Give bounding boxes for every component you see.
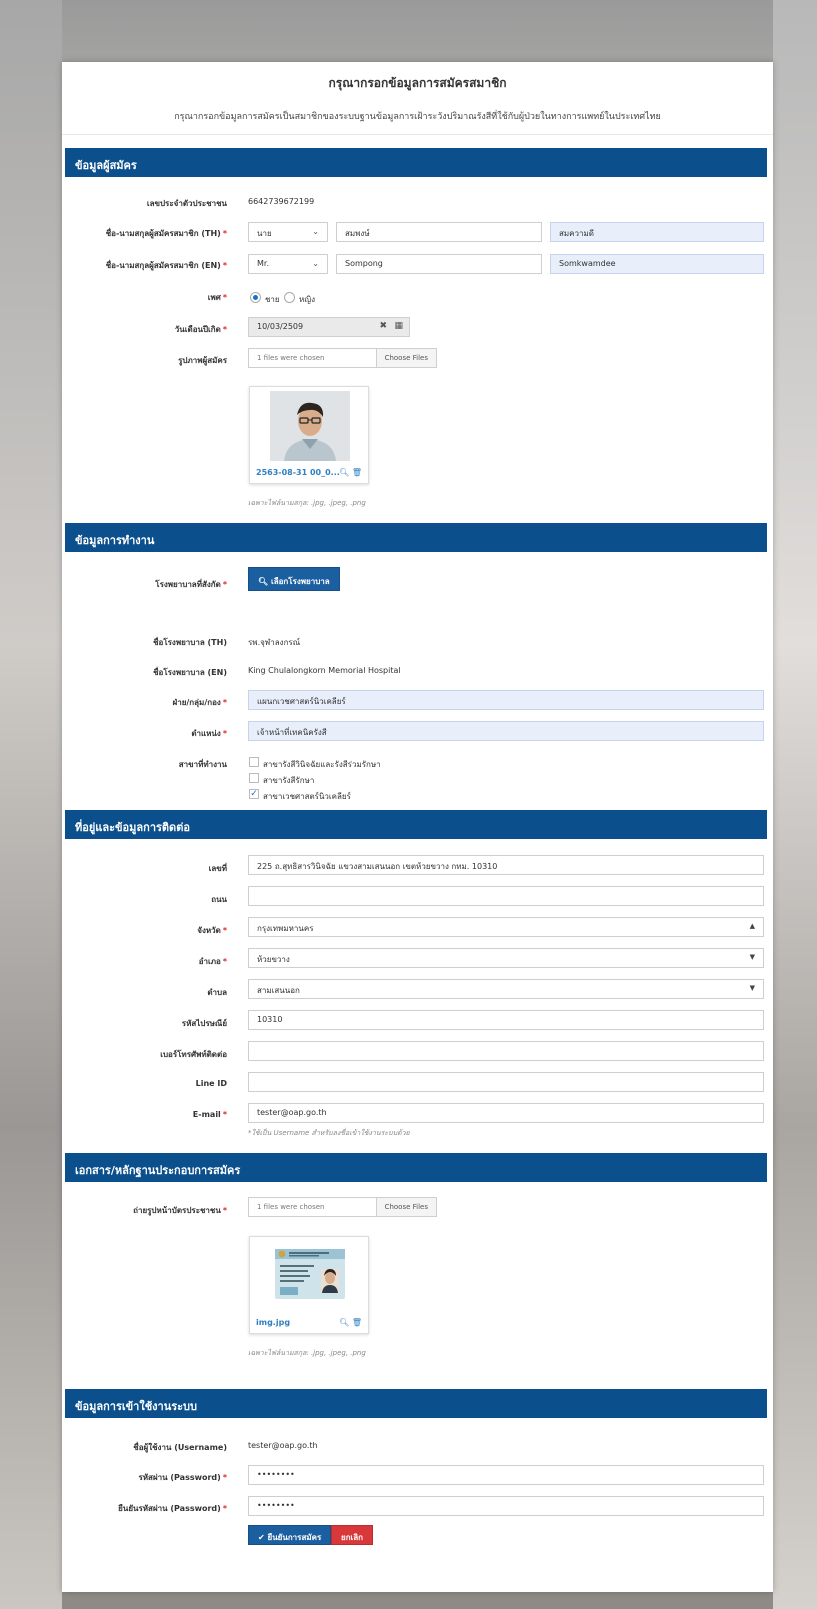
calendar-icon[interactable]: ▦ — [394, 321, 403, 331]
name-th-label: ชื่อ-นามสกุลผู้สมัครสมาชิก (TH) * — [105, 229, 227, 238]
name-en-label: ชื่อ-นามสกุลผู้สมัครสมาชิก (EN) * — [105, 261, 227, 270]
username-label: ชื่อผู้ใช้งาน (Username) — [133, 1443, 227, 1452]
idcard-filename: img.jpg — [256, 1318, 291, 1327]
postcode-input[interactable]: 10310 — [248, 1010, 764, 1030]
photo-label: รูปภาพผู้สมัคร — [178, 356, 227, 365]
check-icon: ✔ — [258, 1533, 265, 1542]
road-label: ถนน — [211, 895, 227, 904]
background-right — [773, 0, 817, 1609]
trash-icon[interactable]: 🗑︎ — [352, 1318, 362, 1327]
applicant-photo — [270, 391, 350, 461]
road-input[interactable] — [248, 886, 764, 906]
hospital-en-label: ชื่อโรงพยาบาล (EN) — [153, 668, 227, 677]
cancel-button[interactable]: ยกเลิก — [331, 1525, 374, 1545]
page-title: กรุณากรอกข้อมูลการสมัครสมาชิก — [328, 76, 507, 90]
first-name-en-input[interactable]: Sompong — [336, 254, 542, 274]
phone-label: เบอร์โทรศัพท์ติดต่อ — [160, 1050, 227, 1059]
email-label: E-mail * — [192, 1110, 227, 1119]
section-documents: เอกสาร/หลักฐานประกอบการสมัคร — [65, 1153, 767, 1182]
email-input[interactable]: tester@oap.go.th — [248, 1103, 764, 1123]
page-subtitle: กรุณากรอกข้อมูลการสมัครเป็นสมาชิกของระบบ… — [174, 112, 661, 122]
password-label: รหัสผ่าน (Password) * — [138, 1473, 227, 1482]
gender-female-label: หญิง — [299, 295, 315, 304]
idcard-thumbnail: img.jpg 🔍︎ 🗑︎ — [249, 1236, 369, 1334]
select-hospital-button[interactable]: 🔍︎ เลือกโรงพยาบาล — [248, 567, 340, 591]
section-address: ที่อยู่และข้อมูลการติดต่อ — [65, 810, 767, 839]
password-input[interactable]: •••••••• — [248, 1465, 764, 1485]
phone-input[interactable] — [248, 1041, 764, 1061]
caret-down-icon: ▼ — [749, 953, 755, 961]
hospital-th-value: รพ.จุฬาลงกรณ์ — [248, 638, 301, 647]
photo-hint: เฉพาะไฟล์นามสกุล: .jpg, .jpeg, .png — [248, 499, 366, 507]
confirm-password-label: ยืนยันรหัสผ่าน (Password) * — [118, 1504, 227, 1513]
chevron-down-icon: ⌄ — [312, 227, 319, 236]
caret-down-icon: ▼ — [749, 984, 755, 992]
dob-label: วันเดือนปีเกิด * — [174, 325, 227, 334]
background-left — [0, 0, 62, 1609]
idcard-image — [275, 1249, 345, 1299]
chevron-down-icon: ⌄ — [312, 259, 319, 268]
last-name-th-input[interactable]: สมความดี — [550, 222, 764, 242]
choose-files-button[interactable]: Choose Files — [375, 1197, 437, 1217]
gender-female-radio[interactable] — [284, 292, 295, 303]
photo-thumbnail: 2563-08-31 00_0... 🔍︎ 🗑︎ — [249, 386, 369, 484]
title-th-select[interactable]: นาย ⌄ — [248, 222, 328, 242]
registration-panel: กรุณากรอกข้อมูลการสมัครสมาชิก กรุณากรอกข… — [62, 62, 773, 1592]
gender-label: เพศ * — [207, 293, 227, 302]
section-account: ข้อมูลการเข้าใช้งานระบบ — [65, 1389, 767, 1418]
last-name-en-input[interactable]: Somkwamdee — [550, 254, 764, 274]
idcard-hint: เฉพาะไฟล์นามสกุล: .jpg, .jpeg, .png — [248, 1349, 366, 1357]
line-id-input[interactable] — [248, 1072, 764, 1092]
branch-checkbox-3[interactable]: ✓ — [249, 789, 259, 799]
photo-filename: 2563-08-31 00_0... — [256, 468, 340, 477]
branch-checkbox-2[interactable] — [249, 773, 259, 783]
id-label: เลขประจำตัวประชาชน — [146, 199, 227, 208]
zoom-icon[interactable]: 🔍︎ — [339, 1318, 349, 1327]
username-value: tester@oap.go.th — [248, 1441, 318, 1450]
section-work: ข้อมูลการทำงาน — [65, 523, 767, 552]
email-hint: *ใช้เป็น Username สำหรับลงชื่อเข้าใช้งาน… — [248, 1129, 410, 1137]
province-select[interactable]: กรุงเทพมหานคร ▲ — [248, 917, 764, 937]
divider — [62, 134, 773, 135]
search-icon: 🔍︎ — [258, 577, 269, 586]
photo-file-input[interactable]: 1 files were chosen Choose Files — [248, 348, 437, 368]
branch-label-2: สาขารังสีรักษา — [263, 776, 315, 785]
hospital-label: โรงพยาบาลที่สังกัด * — [155, 580, 227, 589]
confirm-password-input[interactable]: •••••••• — [248, 1496, 764, 1516]
district-label: อำเภอ * — [198, 957, 227, 966]
dept-input[interactable]: แผนกเวชศาสตร์นิวเคลียร์ — [248, 690, 764, 710]
idcard-file-input[interactable]: 1 files were chosen Choose Files — [248, 1197, 437, 1217]
dob-input[interactable]: 10/03/2509 ✖ ▦ — [248, 317, 410, 337]
line-id-label: Line ID — [195, 1079, 227, 1088]
position-input[interactable]: เจ้าหน้าที่เทคนิครังสี — [248, 721, 764, 741]
subdistrict-select[interactable]: สามเสนนอก ▼ — [248, 979, 764, 999]
branch-label: สาขาที่ทำงาน — [178, 760, 227, 769]
district-select[interactable]: ห้วยขวาง ▼ — [248, 948, 764, 968]
first-name-th-input[interactable]: สมพงษ์ — [336, 222, 542, 242]
section-applicant: ข้อมูลผู้สมัคร — [65, 148, 767, 177]
address-no-input[interactable]: 225 ถ.สุทธิสารวินิจฉัย แขวงสามเสนนอก เขต… — [248, 855, 764, 875]
trash-icon[interactable]: 🗑︎ — [352, 468, 362, 477]
choose-files-button[interactable]: Choose Files — [375, 348, 437, 368]
position-label: ตำแหน่ง * — [191, 729, 227, 738]
dept-label: ฝ่าย/กลุ่ม/กอง * — [172, 698, 227, 707]
subdistrict-label: ตำบล — [207, 988, 227, 997]
branch-label-1: สาขารังสีวินิจฉัยและรังสีร่วมรักษา — [263, 760, 381, 769]
address-no-label: เลขที่ — [208, 864, 227, 873]
title-en-select[interactable]: Mr. ⌄ — [248, 254, 328, 274]
zoom-icon[interactable]: 🔍︎ — [339, 468, 349, 477]
caret-up-icon: ▲ — [749, 922, 755, 930]
idcard-label: ถ่ายรูปหน้าบัตรประชาชน * — [133, 1206, 227, 1215]
province-label: จังหวัด * — [197, 926, 227, 935]
hospital-th-label: ชื่อโรงพยาบาล (TH) — [153, 638, 227, 647]
gender-male-radio[interactable] — [250, 292, 261, 303]
gender-male-label: ชาย — [265, 295, 280, 304]
id-value: 6642739672199 — [248, 197, 315, 206]
submit-button[interactable]: ✔ ยืนยันการสมัคร — [248, 1525, 332, 1545]
hospital-en-value: King Chulalongkorn Memorial Hospital — [248, 666, 401, 675]
branch-label-3: สาขาเวชศาสตร์นิวเคลียร์ — [263, 792, 351, 801]
branch-checkbox-1[interactable] — [249, 757, 259, 767]
clear-icon[interactable]: ✖ — [379, 321, 387, 331]
postcode-label: รหัสไปรษณีย์ — [181, 1019, 227, 1028]
